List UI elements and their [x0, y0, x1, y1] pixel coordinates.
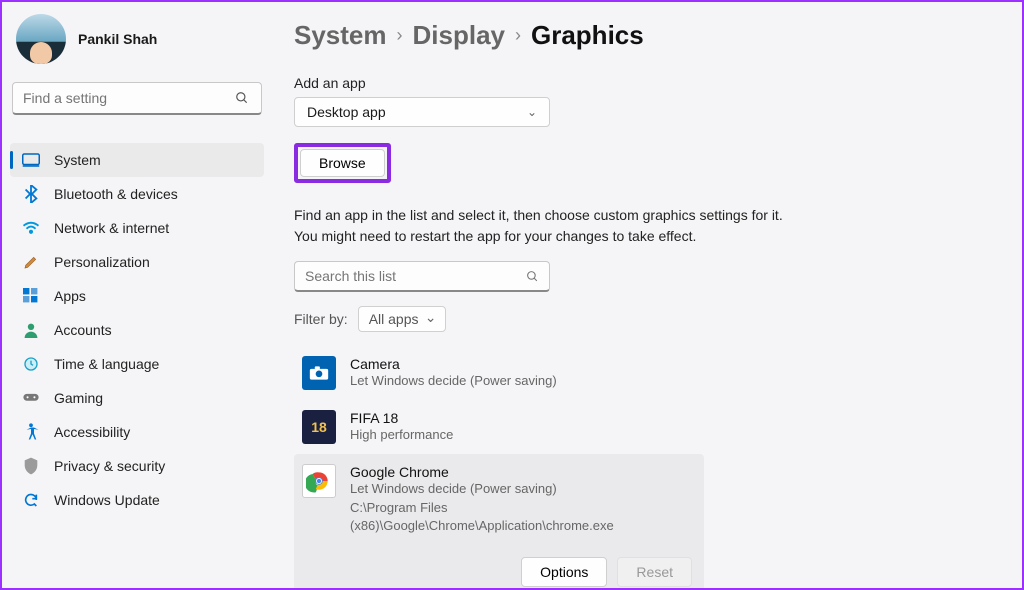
options-button[interactable]: Options: [521, 557, 607, 587]
breadcrumb-mid[interactable]: Display: [413, 20, 506, 51]
user-profile[interactable]: Pankil Shah: [10, 10, 264, 82]
app-name: Camera: [350, 356, 696, 372]
wifi-icon: [22, 219, 40, 237]
fifa18-icon: 18: [302, 410, 336, 444]
app-item-fifa18[interactable]: 18 FIFA 18 High performance: [294, 400, 704, 454]
nav-apps[interactable]: Apps: [10, 279, 264, 313]
app-preference: Let Windows decide (Power saving): [350, 372, 696, 390]
search-input[interactable]: [23, 90, 233, 106]
nav-label: Gaming: [54, 390, 103, 406]
accessibility-icon: [22, 423, 40, 441]
breadcrumb-current: Graphics: [531, 20, 644, 51]
nav-accounts[interactable]: Accounts: [10, 313, 264, 347]
breadcrumb: System › Display › Graphics: [294, 20, 982, 51]
camera-icon: [302, 356, 336, 390]
add-app-label: Add an app: [294, 75, 982, 91]
help-text: Find an app in the list and select it, t…: [294, 205, 794, 247]
nav-privacy[interactable]: Privacy & security: [10, 449, 264, 483]
paintbrush-icon: [22, 253, 40, 271]
reset-button[interactable]: Reset: [617, 557, 692, 587]
person-icon: [22, 321, 40, 339]
nav-accessibility[interactable]: Accessibility: [10, 415, 264, 449]
search-icon: [526, 270, 539, 283]
nav-windows-update[interactable]: Windows Update: [10, 483, 264, 517]
app-item-chrome[interactable]: Google Chrome Let Windows decide (Power …: [294, 454, 704, 588]
chrome-icon: [302, 464, 336, 498]
browse-highlight: Browse: [294, 143, 391, 183]
chevron-right-icon: ›: [515, 25, 521, 46]
app-preference: Let Windows decide (Power saving): [350, 480, 696, 498]
nav-network[interactable]: Network & internet: [10, 211, 264, 245]
browse-button[interactable]: Browse: [300, 149, 385, 177]
avatar: [16, 14, 66, 64]
filter-label: Filter by:: [294, 311, 348, 327]
nav-bluetooth[interactable]: Bluetooth & devices: [10, 177, 264, 211]
app-type-dropdown[interactable]: Desktop app ⌄: [294, 97, 550, 127]
nav-personalization[interactable]: Personalization: [10, 245, 264, 279]
app-list-search[interactable]: [294, 261, 550, 292]
nav-label: Windows Update: [54, 492, 160, 508]
filter-value: All apps: [369, 311, 419, 327]
apps-icon: [22, 287, 40, 305]
list-search-input[interactable]: [305, 268, 526, 284]
settings-search[interactable]: [12, 82, 262, 115]
chevron-down-icon: ⌄: [527, 105, 537, 119]
app-item-camera[interactable]: Camera Let Windows decide (Power saving): [294, 346, 704, 400]
user-name: Pankil Shah: [78, 31, 157, 47]
nav-label: Personalization: [54, 254, 150, 270]
nav-gaming[interactable]: Gaming: [10, 381, 264, 415]
app-list: Camera Let Windows decide (Power saving)…: [294, 346, 704, 588]
app-name: FIFA 18: [350, 410, 696, 426]
nav-label: Accounts: [54, 322, 112, 338]
nav-label: Time & language: [54, 356, 159, 372]
search-icon: [233, 89, 251, 107]
nav-label: Accessibility: [54, 424, 130, 440]
nav-time-language[interactable]: Time & language: [10, 347, 264, 381]
dropdown-value: Desktop app: [307, 104, 386, 120]
gamepad-icon: [22, 389, 40, 407]
nav-label: Network & internet: [54, 220, 169, 236]
nav-label: Privacy & security: [54, 458, 165, 474]
bluetooth-icon: [22, 185, 40, 203]
app-preference: High performance: [350, 426, 696, 444]
filter-dropdown[interactable]: All apps: [358, 306, 446, 332]
system-icon: [22, 151, 40, 169]
nav-label: Apps: [54, 288, 86, 304]
app-name: Google Chrome: [350, 464, 696, 480]
nav-label: System: [54, 152, 101, 168]
shield-icon: [22, 457, 40, 475]
nav-label: Bluetooth & devices: [54, 186, 178, 202]
nav-list: System Bluetooth & devices Network & int…: [10, 143, 264, 517]
clock-icon: [22, 355, 40, 373]
app-path: C:\Program Files (x86)\Google\Chrome\App…: [350, 499, 696, 535]
nav-system[interactable]: System: [10, 143, 264, 177]
breadcrumb-root[interactable]: System: [294, 20, 387, 51]
update-icon: [22, 491, 40, 509]
chevron-right-icon: ›: [397, 25, 403, 46]
